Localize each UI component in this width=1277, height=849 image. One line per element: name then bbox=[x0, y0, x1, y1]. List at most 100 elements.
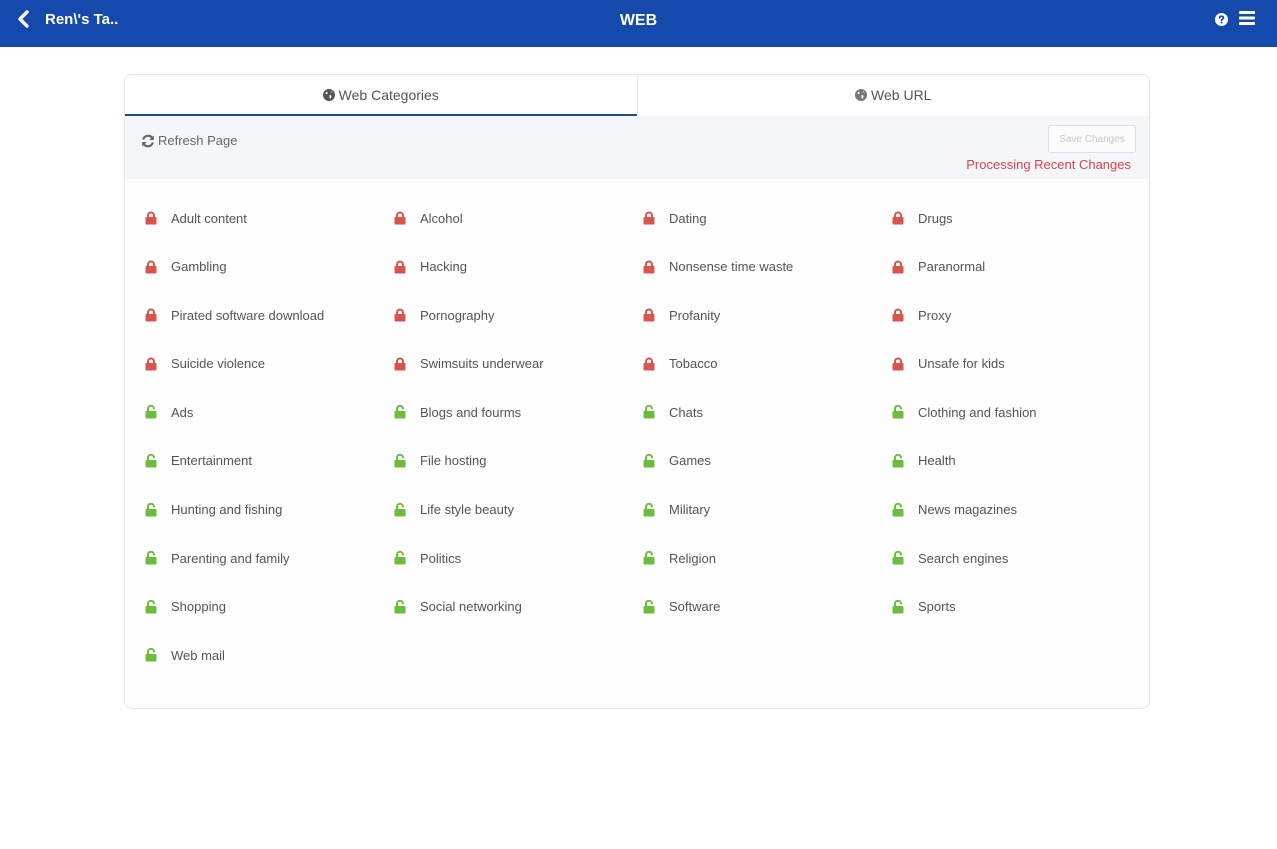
lock-closed-icon bbox=[892, 211, 904, 225]
category-item[interactable]: Paranormal bbox=[892, 255, 1141, 279]
lock-closed-icon bbox=[643, 211, 655, 225]
back-title: Ren\'s Ta.. bbox=[45, 10, 119, 28]
category-label: Entertainment bbox=[171, 453, 252, 469]
category-item[interactable]: Entertainment bbox=[145, 449, 394, 473]
lock-closed-icon bbox=[643, 260, 655, 274]
lock-closed-icon bbox=[145, 211, 157, 225]
category-grid: Adult content Alcohol Dating Drugs Gambl… bbox=[145, 206, 1145, 692]
lock-open-icon bbox=[394, 405, 406, 419]
category-item[interactable]: Health bbox=[892, 449, 1141, 473]
category-item[interactable]: Hunting and fishing bbox=[145, 498, 394, 522]
category-item[interactable]: Politics bbox=[394, 546, 643, 570]
tab-web-url[interactable]: Web URL bbox=[636, 75, 1149, 116]
category-label: Pirated software download bbox=[171, 307, 325, 323]
category-item[interactable]: Pornography bbox=[394, 303, 643, 327]
toolbar: Refresh Page Save Changes Processing Rec… bbox=[125, 116, 1149, 179]
lock-closed-icon bbox=[394, 357, 406, 371]
category-item[interactable]: Religion bbox=[643, 546, 892, 570]
category-label: Shopping bbox=[171, 599, 226, 615]
category-label: Web mail bbox=[171, 647, 225, 663]
category-item[interactable]: Social networking bbox=[394, 595, 643, 619]
category-label: Unsafe for kids bbox=[918, 356, 1005, 372]
lock-open-icon bbox=[145, 453, 157, 468]
category-label: Swimsuits underwear bbox=[420, 356, 544, 372]
lock-open-icon bbox=[145, 599, 157, 614]
category-label: Dating bbox=[669, 210, 707, 226]
category-label: Search engines bbox=[918, 550, 1009, 566]
lock-open-icon bbox=[394, 502, 406, 517]
refresh-page-button[interactable]: Refresh Page bbox=[141, 133, 238, 148]
lock-open-icon bbox=[643, 551, 655, 565]
category-label: Proxy bbox=[918, 307, 952, 323]
category-item[interactable]: Unsafe for kids bbox=[892, 352, 1141, 376]
category-item[interactable]: Ads bbox=[145, 400, 394, 424]
category-label: Paranormal bbox=[918, 259, 986, 275]
category-item[interactable]: Gambling bbox=[145, 255, 394, 279]
lock-open-icon bbox=[145, 405, 157, 419]
lock-closed-icon bbox=[145, 308, 157, 322]
category-label: File hosting bbox=[420, 453, 487, 469]
lock-closed-icon bbox=[892, 260, 904, 274]
help-icon[interactable] bbox=[1215, 13, 1228, 26]
category-item[interactable]: Alcohol bbox=[394, 206, 643, 230]
category-label: Clothing and fashion bbox=[918, 404, 1037, 420]
category-item[interactable]: Blogs and fourms bbox=[394, 400, 643, 424]
category-label: Adult content bbox=[171, 210, 247, 226]
category-label: Politics bbox=[420, 550, 462, 566]
save-changes-button[interactable]: Save Changes bbox=[1048, 125, 1136, 153]
category-item[interactable]: Military bbox=[643, 498, 892, 522]
category-label: Parenting and family bbox=[171, 550, 290, 566]
tab-bar: Web Categories Web URL bbox=[125, 75, 1149, 116]
globe-icon bbox=[322, 88, 335, 101]
lock-closed-icon bbox=[643, 357, 655, 371]
category-item[interactable]: Drugs bbox=[892, 206, 1141, 230]
category-item[interactable]: Clothing and fashion bbox=[892, 400, 1141, 424]
lock-open-icon bbox=[892, 405, 904, 419]
category-label: Military bbox=[669, 502, 711, 518]
category-item[interactable]: Adult content bbox=[145, 206, 394, 230]
lock-open-icon bbox=[643, 502, 655, 517]
processing-status: Processing Recent Changes bbox=[966, 157, 1131, 172]
lock-open-icon bbox=[892, 502, 904, 517]
category-item[interactable]: Life style beauty bbox=[394, 498, 643, 522]
category-label: Drugs bbox=[918, 210, 953, 226]
category-item[interactable]: Software bbox=[643, 595, 892, 619]
tab-web-categories[interactable]: Web Categories bbox=[125, 75, 637, 116]
category-item[interactable]: File hosting bbox=[394, 449, 643, 473]
top-app-bar: Ren\'s Ta.. WEB bbox=[0, 0, 1277, 47]
category-label: Religion bbox=[669, 550, 716, 566]
category-item[interactable]: Hacking bbox=[394, 255, 643, 279]
lock-open-icon bbox=[643, 599, 655, 614]
category-item[interactable]: Suicide violence bbox=[145, 352, 394, 376]
category-item[interactable]: Shopping bbox=[145, 595, 394, 619]
category-item[interactable]: News magazines bbox=[892, 498, 1141, 522]
category-item[interactable]: Parenting and family bbox=[145, 546, 394, 570]
category-label: Alcohol bbox=[420, 210, 463, 226]
category-item[interactable]: Dating bbox=[643, 206, 892, 230]
category-item[interactable]: Sports bbox=[892, 595, 1141, 619]
category-item[interactable]: Proxy bbox=[892, 303, 1141, 327]
category-label: Chats bbox=[669, 404, 703, 420]
lock-closed-icon bbox=[145, 260, 157, 274]
hamburger-menu-icon[interactable] bbox=[1239, 11, 1255, 25]
lock-open-icon bbox=[394, 453, 406, 468]
category-item[interactable]: Swimsuits underwear bbox=[394, 352, 643, 376]
tab-web-categories-label: Web Categories bbox=[338, 86, 439, 103]
category-item[interactable]: Web mail bbox=[145, 643, 394, 667]
back-button[interactable]: Ren\'s Ta.. bbox=[16, 10, 118, 28]
lock-closed-icon bbox=[394, 211, 406, 225]
category-item[interactable]: Nonsense time waste bbox=[643, 255, 892, 279]
category-item[interactable]: Tobacco bbox=[643, 352, 892, 376]
category-item[interactable]: Chats bbox=[643, 400, 892, 424]
category-item[interactable]: Games bbox=[643, 449, 892, 473]
category-item[interactable]: Profanity bbox=[643, 303, 892, 327]
refresh-icon bbox=[142, 134, 154, 147]
lock-open-icon bbox=[394, 599, 406, 614]
category-item[interactable]: Pirated software download bbox=[145, 303, 394, 327]
category-label: Ads bbox=[171, 404, 194, 420]
lock-open-icon bbox=[394, 551, 406, 565]
globe-icon bbox=[855, 88, 868, 101]
category-label: Hunting and fishing bbox=[171, 502, 283, 518]
category-label: Software bbox=[669, 599, 721, 615]
category-item[interactable]: Search engines bbox=[892, 546, 1141, 570]
